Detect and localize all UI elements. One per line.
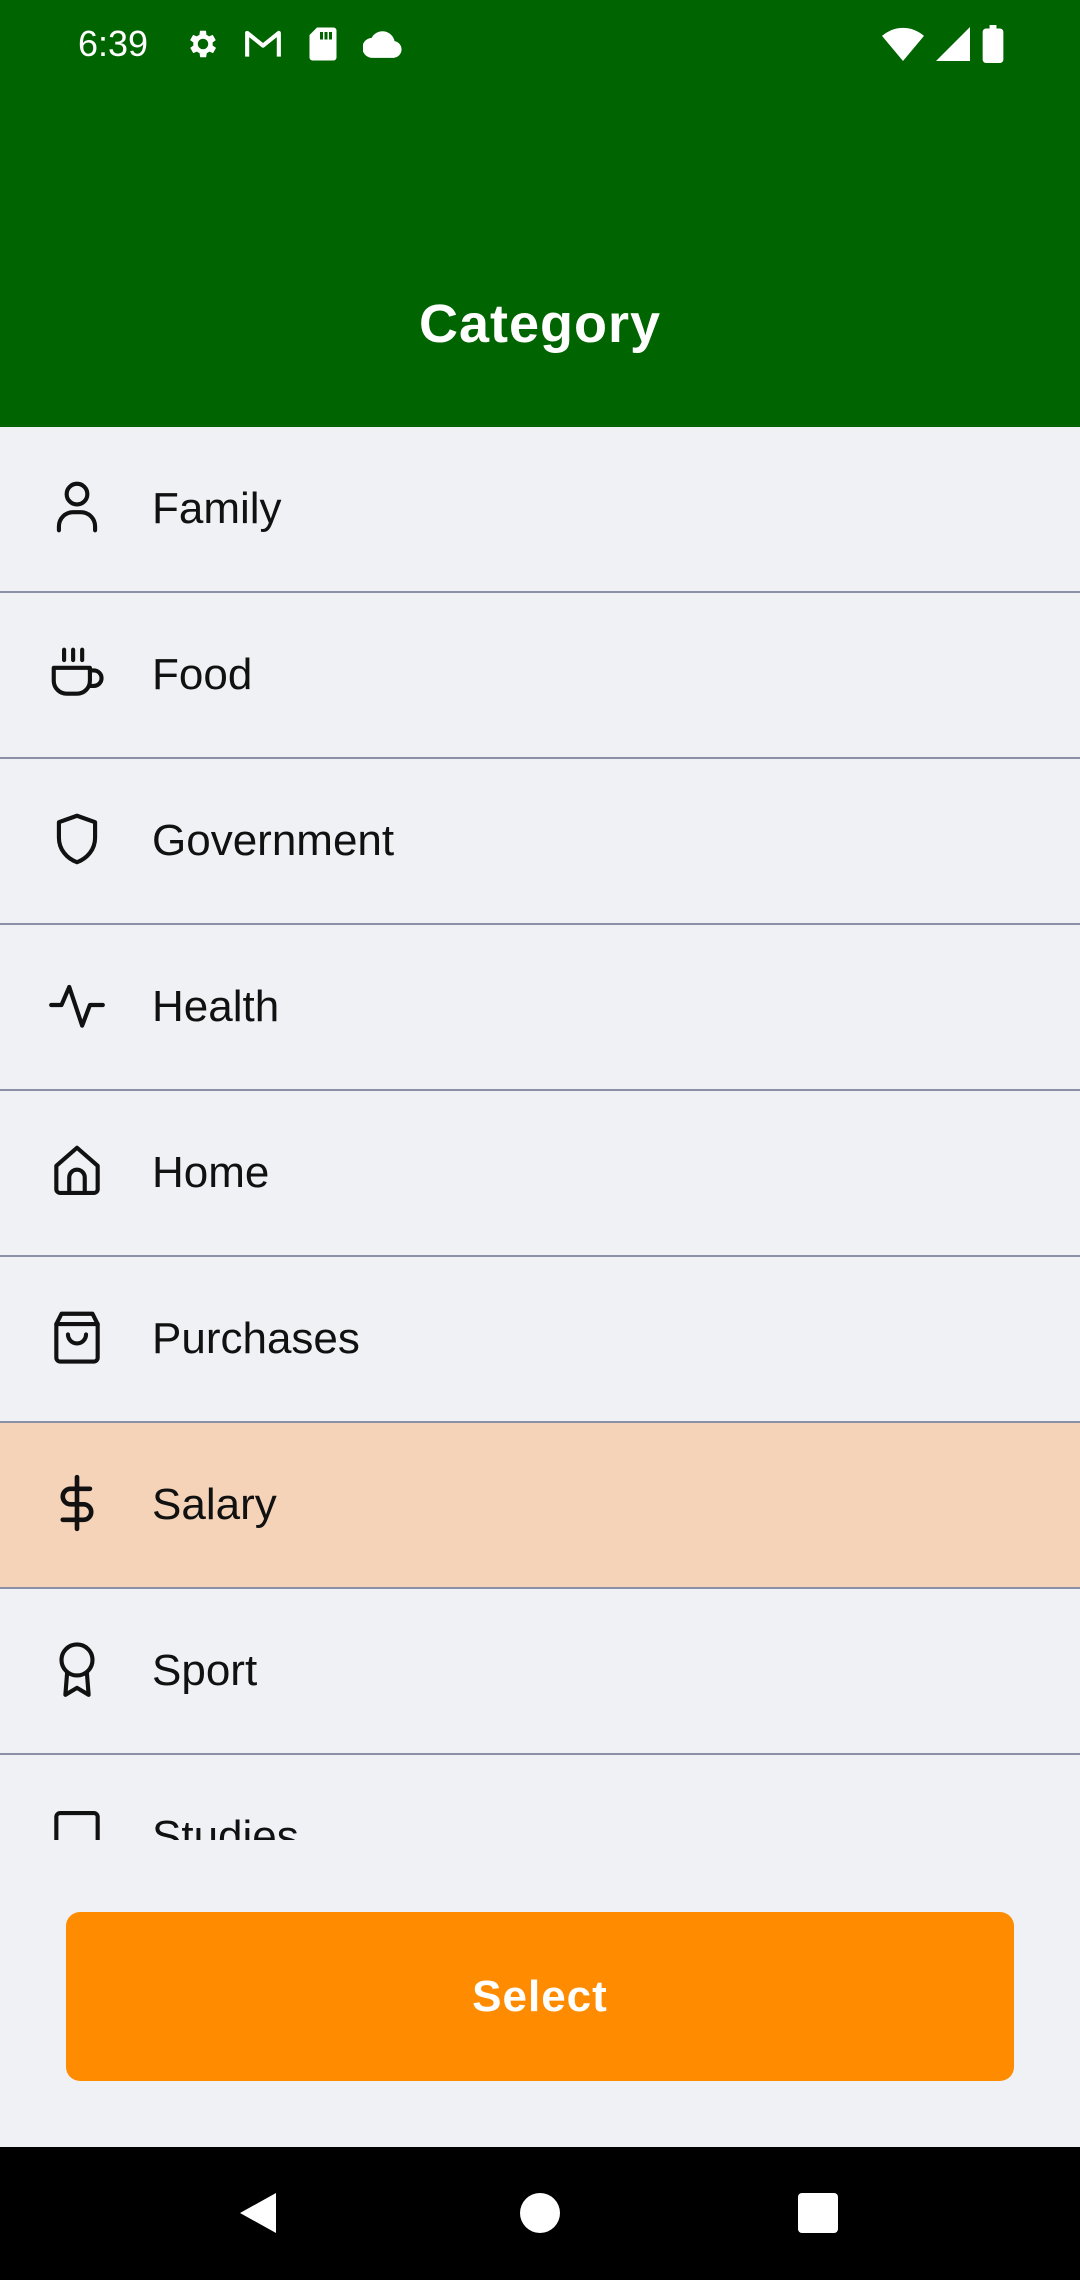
- category-item-sport[interactable]: Sport: [0, 1589, 1080, 1755]
- home-icon[interactable]: [504, 2177, 576, 2249]
- cloud-icon: [362, 23, 404, 65]
- award-icon: [46, 1638, 108, 1700]
- settings-icon: [182, 23, 224, 65]
- category-item-government[interactable]: Government: [0, 759, 1080, 925]
- activity-icon: [46, 974, 108, 1036]
- category-item-studies[interactable]: Studies: [0, 1755, 1080, 1840]
- person-icon: [46, 476, 108, 538]
- cellular-signal-icon: [936, 23, 970, 65]
- recents-icon[interactable]: [782, 2177, 854, 2249]
- status-system-icons: [882, 22, 1004, 66]
- page-title: Category: [418, 294, 662, 354]
- navigation-bar: [0, 2147, 1080, 2280]
- category-label: Salary: [152, 1480, 277, 1529]
- category-label: Purchases: [152, 1314, 360, 1363]
- category-label: Family: [152, 484, 282, 533]
- shopping-bag-icon: [46, 1306, 108, 1368]
- app-header: Category: [0, 88, 1080, 427]
- status-bar: 6:39: [0, 0, 1080, 88]
- status-time: 6:39: [78, 23, 149, 64]
- category-list[interactable]: Family Food Government Health Home Purch…: [0, 427, 1080, 1840]
- gmail-icon: [242, 23, 284, 65]
- category-label: Studies: [152, 1812, 299, 1840]
- category-label: Food: [152, 650, 253, 699]
- shield-icon: [46, 808, 108, 870]
- battery-icon: [982, 23, 1004, 65]
- category-label: Sport: [152, 1646, 258, 1695]
- book-icon: [46, 1804, 108, 1840]
- wifi-icon: [882, 23, 924, 65]
- dollar-icon: [46, 1472, 108, 1534]
- sd-card-icon: [302, 23, 344, 65]
- category-label: Home: [152, 1148, 270, 1197]
- category-item-family[interactable]: Family: [0, 427, 1080, 593]
- category-item-salary[interactable]: Salary: [0, 1423, 1080, 1589]
- status-notification-icons: [182, 22, 404, 66]
- category-label: Government: [152, 816, 395, 865]
- house-icon: [46, 1140, 108, 1202]
- category-item-purchases[interactable]: Purchases: [0, 1257, 1080, 1423]
- select-button[interactable]: Select: [66, 1912, 1014, 2081]
- category-item-food[interactable]: Food: [0, 593, 1080, 759]
- back-icon[interactable]: [222, 2177, 294, 2249]
- category-label: Health: [152, 982, 280, 1031]
- category-item-home[interactable]: Home: [0, 1091, 1080, 1257]
- category-item-health[interactable]: Health: [0, 925, 1080, 1091]
- coffee-cup-icon: [46, 642, 108, 704]
